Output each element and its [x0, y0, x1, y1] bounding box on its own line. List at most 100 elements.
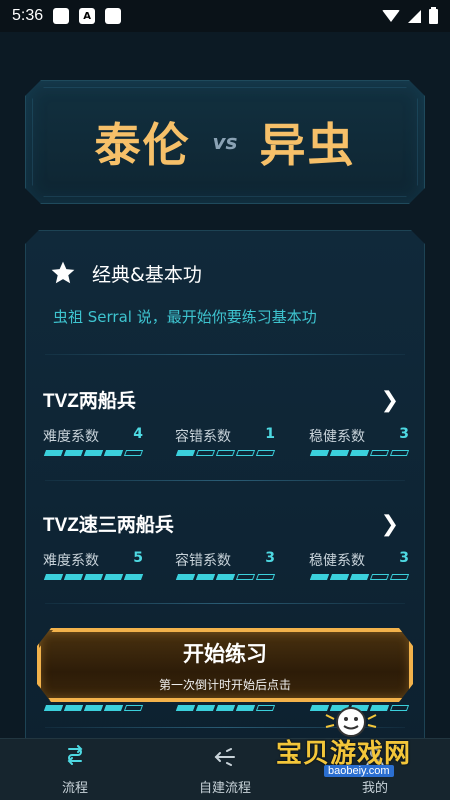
drill-name: TVZ速三两船兵 — [43, 515, 174, 536]
level-segment — [215, 574, 236, 580]
metric-label: 容错系数 — [175, 429, 231, 445]
difficulty-metric: 难度系数 4 — [43, 426, 143, 446]
metric-label: 难度系数 — [43, 429, 99, 445]
race-left: 泰伦 — [94, 118, 191, 172]
drill-item[interactable]: TVZ两船兵 ❯ 难度系数 4 容错系数 1 稳健系数 3 — [43, 386, 410, 476]
race-right: 异虫 — [259, 118, 356, 172]
divider — [45, 603, 405, 604]
level-segment — [215, 705, 236, 711]
level-segment — [43, 705, 64, 711]
level-segment — [195, 574, 216, 580]
level-segment — [83, 574, 104, 580]
level-segment — [175, 450, 196, 456]
flow-icon — [67, 745, 83, 765]
level-segment — [195, 450, 216, 456]
level-segment — [349, 450, 370, 456]
stability-metric: 稳健系数 3 — [309, 426, 409, 446]
matchup-header: 泰伦 vs 异虫 — [25, 80, 425, 204]
tolerance-bar — [175, 574, 276, 580]
metric-label: 难度系数 — [43, 553, 99, 569]
notification-square-icon — [105, 8, 122, 24]
chevron-right-icon[interactable]: ❯ — [381, 388, 399, 413]
level-segment — [349, 574, 370, 580]
chevron-right-icon[interactable]: ❯ — [381, 512, 399, 537]
stability-bar — [309, 450, 410, 456]
level-segment — [83, 450, 104, 456]
level-segment — [235, 450, 256, 456]
metric-value: 1 — [265, 426, 275, 442]
status-time: 5:36 — [12, 7, 44, 24]
signal-icon — [408, 9, 421, 23]
level-segment — [369, 574, 390, 580]
start-button-hint: 第一次倒计时开始后点击 — [158, 677, 291, 692]
vs-label: vs — [212, 130, 238, 154]
drill-name: TVZ两船兵 — [43, 391, 136, 412]
nav-label: 自建流程 — [198, 781, 251, 796]
level-segment — [215, 450, 236, 456]
tolerance-metric: 容错系数 3 — [175, 550, 275, 570]
tolerance-bar — [175, 705, 276, 711]
nav-item-flow[interactable]: 流程 — [0, 745, 150, 796]
metric-value: 4 — [133, 426, 143, 442]
category-title: 经典&基本功 — [92, 263, 202, 286]
start-practice-button[interactable]: 开始练习 第一次倒计时开始后点击 — [37, 628, 413, 702]
tolerance-bar — [175, 450, 276, 456]
difficulty-bar — [43, 705, 144, 711]
difficulty-metric: 难度系数 5 — [43, 550, 143, 570]
status-bar: 5:36 A — [0, 0, 450, 32]
metric-label: 稳健系数 — [309, 429, 365, 445]
stability-metric: 稳健系数 3 — [309, 550, 409, 570]
start-button-label: 开始练习 — [183, 641, 267, 666]
level-segment — [255, 450, 276, 456]
divider — [45, 480, 405, 481]
level-segment — [235, 705, 256, 711]
level-segment — [63, 705, 84, 711]
level-segment — [43, 450, 64, 456]
stability-bar — [309, 574, 410, 580]
level-segment — [103, 705, 124, 711]
metric-label: 容错系数 — [175, 553, 231, 569]
divider — [45, 354, 405, 355]
level-segment — [389, 574, 410, 580]
level-segment — [123, 705, 144, 711]
metric-value: 3 — [265, 550, 275, 566]
custom-flow-icon — [214, 748, 235, 766]
level-segment — [63, 450, 84, 456]
status-indicators — [382, 6, 438, 24]
metric-value: 3 — [399, 550, 409, 566]
watermark: 宝贝游戏网 baobeiy.com — [270, 705, 430, 785]
nav-label: 流程 — [61, 781, 88, 796]
level-segment — [389, 450, 410, 456]
difficulty-bar — [43, 574, 144, 580]
tolerance-metric: 容错系数 1 — [175, 426, 275, 446]
level-segment — [329, 450, 350, 456]
watermark-url: baobeiy.com — [324, 765, 394, 777]
level-segment — [175, 705, 196, 711]
category-header: 经典&基本功 — [25, 248, 425, 298]
level-segment — [329, 574, 350, 580]
level-segment — [195, 705, 216, 711]
difficulty-bar — [43, 450, 144, 456]
star-icon — [51, 261, 75, 284]
drill-item[interactable]: TVZ速三两船兵 ❯ 难度系数 5 容错系数 3 稳健系数 3 — [43, 510, 410, 600]
metric-value: 5 — [133, 550, 143, 566]
level-segment — [309, 450, 330, 456]
notification-square-icon — [53, 8, 70, 24]
category-description: 虫祖 Serral 说，最开始你要练习基本功 — [53, 308, 317, 326]
level-segment — [43, 574, 64, 580]
level-segment — [103, 574, 124, 580]
level-segment — [123, 450, 144, 456]
level-segment — [309, 574, 330, 580]
level-segment — [235, 574, 256, 580]
metric-value: 3 — [399, 426, 409, 442]
metric-label: 稳健系数 — [309, 553, 365, 569]
level-segment — [83, 705, 104, 711]
level-segment — [369, 450, 390, 456]
level-segment — [63, 574, 84, 580]
level-segment — [103, 450, 124, 456]
notification-a-icon: A — [79, 8, 96, 24]
wifi-icon — [382, 10, 400, 22]
level-segment — [255, 574, 276, 580]
level-segment — [123, 574, 144, 580]
level-segment — [175, 574, 196, 580]
